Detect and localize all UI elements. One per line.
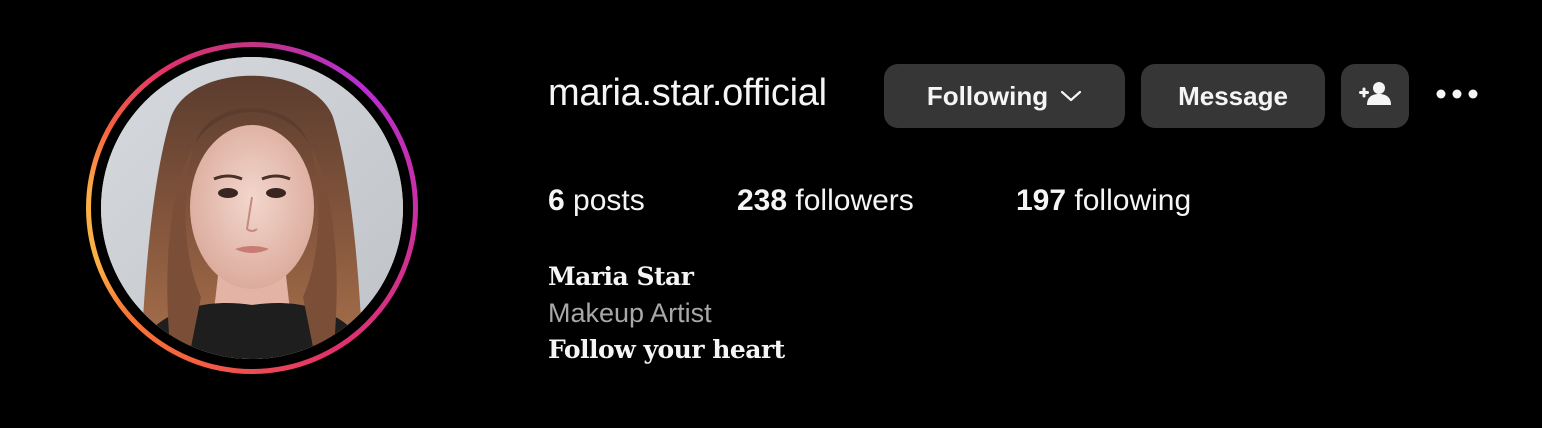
category-label: Makeup Artist: [548, 298, 712, 328]
bio-text: Follow your heart: [548, 335, 785, 364]
avatar[interactable]: [101, 57, 403, 359]
posts-label: posts: [573, 184, 645, 217]
story-ring[interactable]: [86, 42, 418, 374]
message-button-label: Message: [1178, 80, 1288, 111]
more-options-button[interactable]: [1432, 80, 1482, 112]
followers-count: 238: [737, 184, 788, 217]
add-user-button[interactable]: [1341, 64, 1409, 128]
username: maria.star.official: [548, 72, 827, 114]
posts-stat[interactable]: 6 posts: [548, 184, 645, 218]
more-horizontal-icon: [1435, 87, 1479, 105]
following-button[interactable]: Following: [884, 64, 1125, 128]
following-label: following: [1074, 184, 1192, 217]
following-stat[interactable]: 197 following: [1016, 184, 1191, 218]
full-name: Maria Star: [548, 262, 694, 291]
avatar-photo: [101, 57, 403, 359]
followers-stat[interactable]: 238 followers: [737, 184, 914, 218]
following-button-label: Following: [926, 80, 1049, 111]
following-count: 197: [1016, 184, 1067, 217]
message-button[interactable]: Message: [1141, 64, 1325, 128]
chevron-down-icon: [1060, 89, 1082, 103]
posts-count: 6: [548, 184, 565, 217]
followers-label: followers: [795, 184, 914, 217]
person-add-icon: [1358, 80, 1392, 113]
avatar-frame: [91, 47, 413, 369]
